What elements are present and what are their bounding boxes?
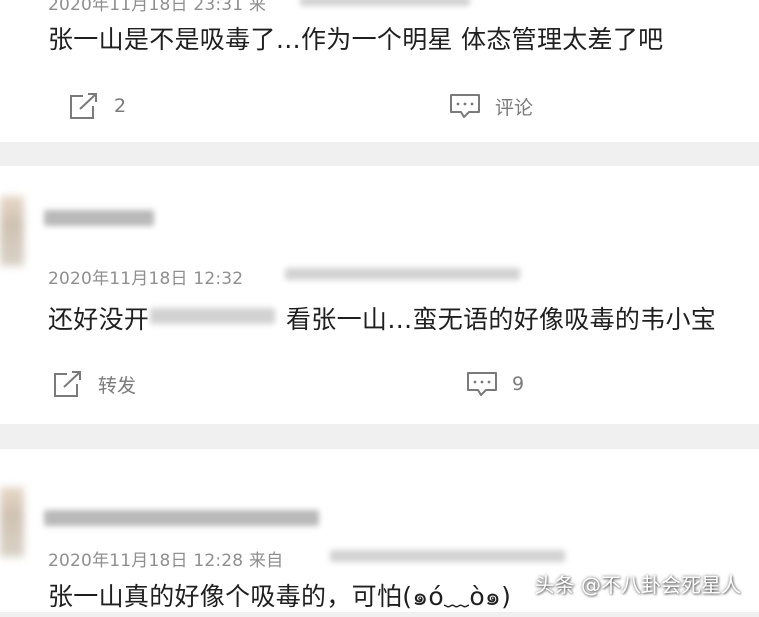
repost-button[interactable]: 转发 [52,370,136,398]
comment-timestamp: 2020年11月18日 12:28 来自 [48,551,284,571]
comment-text-start: 还好没开 [48,305,150,334]
repost-button[interactable]: 2 [68,92,126,120]
repost-count: 2 [114,95,127,117]
comment-text: 张一山是不是吸毒了…作为一个明星 体态管理太差了吧 [48,25,664,54]
blurred-username [44,210,154,226]
blurred-username [44,510,319,526]
blurred-source [285,268,520,280]
repost-label: 转发 [98,374,137,397]
comment-label: 评论 [495,96,534,119]
comment-button[interactable]: 评论 [449,92,533,120]
avatar [0,487,24,557]
watermark: 头条 @不八卦会死星人 [534,573,741,597]
comment-icon [466,370,498,398]
share-icon [68,92,100,120]
comment-text-end: 看张一山…蛮无语的好像吸毒的韦小宝 [286,305,717,334]
comment-card: 2020年11月18日 12:32 还好没开 看张一山…蛮无语的好像吸毒的韦小宝… [0,166,759,424]
share-icon [52,370,84,398]
blurred-text [150,308,275,324]
comment-card: 2020年11月18日 23:31 来 张一山是不是吸毒了…作为一个明星 体态管… [0,0,759,142]
comment-text: 张一山真的好像个吸毒的，可怕(๑ó﹏ò๑) [48,582,512,611]
avatar [0,196,24,266]
comment-count: 9 [512,373,525,395]
blurred-source [300,0,470,6]
blurred-source [330,550,565,562]
comment-timestamp: 2020年11月18日 23:31 来 [48,0,267,15]
comment-button[interactable]: 9 [466,370,524,398]
comment-icon [449,92,481,120]
comment-timestamp: 2020年11月18日 12:32 [48,269,244,289]
